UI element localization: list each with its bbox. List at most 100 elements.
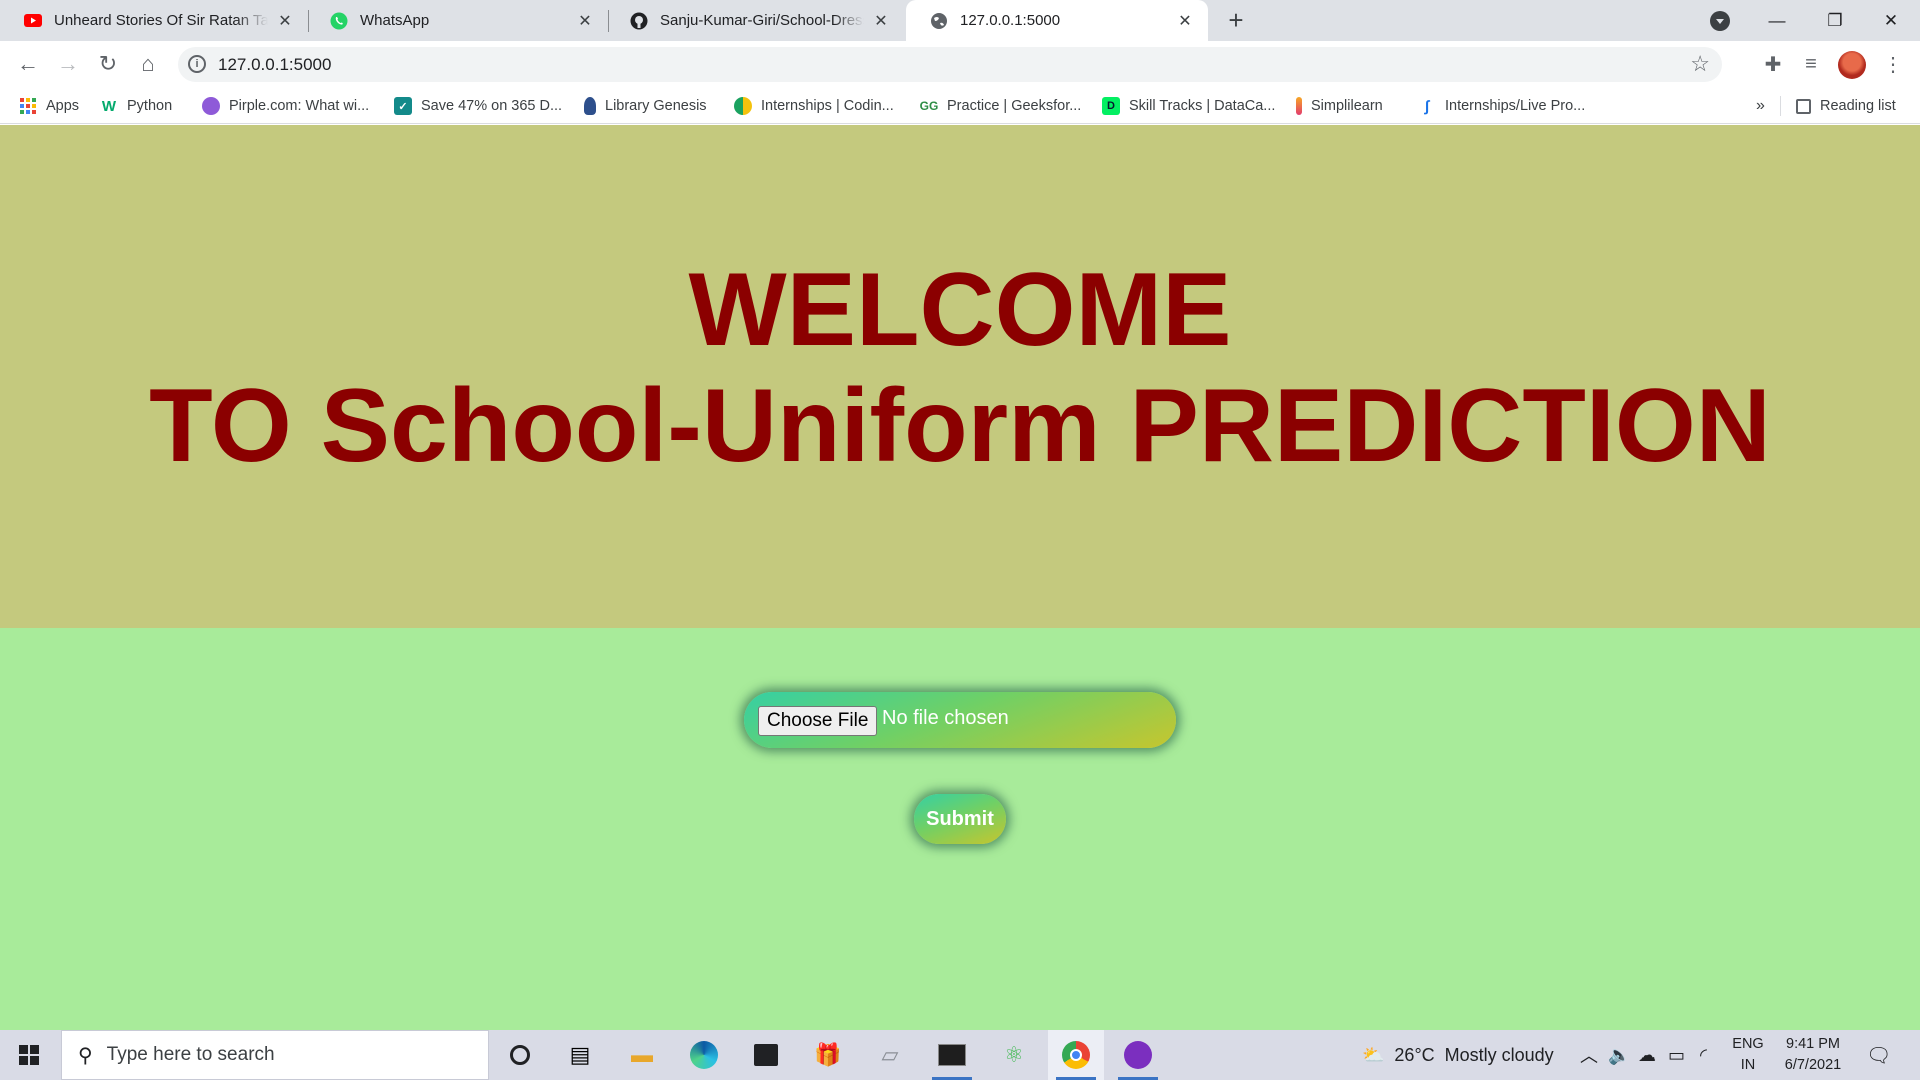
reload-icon[interactable]: ↻ <box>92 48 124 80</box>
simplilearn-icon <box>1296 97 1302 115</box>
file-status-text: No file chosen <box>882 707 1009 729</box>
tab-title: WhatsApp <box>360 12 430 29</box>
reading-list-button[interactable]: Reading list <box>1796 94 1896 118</box>
tab-whatsapp[interactable]: WhatsApp ✕ <box>306 0 608 41</box>
bookmarks-overflow-icon[interactable]: » <box>1756 94 1765 118</box>
checkmark-icon: ✓ <box>394 97 412 115</box>
tab-title: 127.0.0.1:5000 <box>960 12 1061 29</box>
extensions-puzzle-icon[interactable]: ✚ <box>1758 49 1788 79</box>
close-tab-icon[interactable]: ✕ <box>576 12 594 30</box>
terminal-icon[interactable] <box>924 1030 980 1080</box>
system-clock[interactable]: 9:41 PM 6/7/2021 <box>1778 1034 1848 1076</box>
chrome-icon[interactable] <box>1048 1030 1104 1080</box>
site-info-icon[interactable]: i <box>188 55 206 73</box>
bookmark-label: Internships/Live Pro... <box>1445 98 1586 114</box>
task-view-icon[interactable]: ▤ <box>552 1030 608 1080</box>
internships-icon <box>734 97 752 115</box>
close-window-icon[interactable]: ✕ <box>1862 0 1920 41</box>
back-arrow-icon[interactable]: ← <box>12 48 44 80</box>
home-icon[interactable]: ⌂ <box>132 48 164 80</box>
prediction-heading: TO School-Uniform PREDICTION <box>149 368 1771 484</box>
edge-browser-icon[interactable] <box>676 1030 732 1080</box>
close-tab-icon[interactable]: ✕ <box>1176 12 1194 30</box>
taskbar-search[interactable]: ⚲ Type here to search <box>61 1030 489 1080</box>
file-explorer-icon[interactable]: ▬ <box>614 1030 670 1080</box>
bookmark-label: Python <box>127 98 173 114</box>
bookmark-libgen[interactable]: Library Genesis <box>584 94 707 118</box>
clock-date: 6/7/2021 <box>1784 1057 1842 1073</box>
bookmark-geeksforgeeks[interactable]: GG Practice | Geeksfor... <box>919 94 1082 118</box>
menu-kebab-icon[interactable]: ⋮ <box>1878 49 1908 79</box>
browser-toolbar: ← → ↻ ⌂ i 127.0.0.1:5000 ☆ ✚ ≡ ⋮ <box>0 41 1920 88</box>
bookmark-label: Simplilearn <box>1311 98 1383 114</box>
region-code: IN <box>1740 1057 1756 1073</box>
geeksforgeeks-icon: GG <box>919 99 939 113</box>
bookmark-datacamp[interactable]: D Skill Tracks | DataCa... <box>1102 94 1275 118</box>
bookmark-pirple[interactable]: Pirple.com: What wi... <box>202 94 369 118</box>
input-language[interactable]: ENG IN <box>1730 1034 1766 1076</box>
notifications-icon[interactable]: 🗨 <box>1866 1030 1891 1080</box>
volume-icon[interactable]: 🔈 <box>1608 1030 1630 1080</box>
search-icon: ⚲ <box>78 1044 93 1067</box>
globe-icon <box>930 12 948 30</box>
cortana-icon[interactable] <box>492 1030 548 1080</box>
bookmark-internships[interactable]: Internships | Codin... <box>734 94 894 118</box>
weather-widget[interactable]: ⛅ 26°C Mostly cloudy <box>1362 1030 1554 1080</box>
tab-localhost[interactable]: 127.0.0.1:5000 ✕ <box>906 0 1208 41</box>
minimize-icon[interactable]: ― <box>1748 0 1806 41</box>
weather-temp: 26°C <box>1394 1044 1435 1065</box>
bookmark-python[interactable]: W Python <box>100 94 172 118</box>
bookmark-simplilearn[interactable]: Simplilearn <box>1296 94 1383 118</box>
restore-icon[interactable]: ❐ <box>1806 0 1864 41</box>
language-code: ENG <box>1732 1036 1764 1052</box>
close-tab-icon[interactable]: ✕ <box>276 12 294 30</box>
gift-icon[interactable]: 🎁 <box>800 1030 856 1080</box>
tab-title: Sanju-Kumar-Giri/School-Dress-W <box>660 12 864 29</box>
address-url[interactable]: 127.0.0.1:5000 <box>218 55 331 75</box>
network-icon[interactable]: ◜ <box>1700 1030 1707 1080</box>
bookmark-label: Skill Tracks | DataCa... <box>1129 98 1276 114</box>
drive-icon[interactable]: ▱ <box>862 1030 918 1080</box>
bookmark-label: Apps <box>46 98 80 114</box>
onedrive-icon[interactable]: ☁ <box>1638 1030 1656 1080</box>
media-queue-icon[interactable]: ≡ <box>1796 49 1826 79</box>
reading-list-icon <box>1796 98 1811 114</box>
start-button[interactable] <box>0 1030 58 1080</box>
close-tab-icon[interactable]: ✕ <box>872 12 890 30</box>
tab-search-icon[interactable] <box>1710 11 1730 31</box>
apps-grid-icon <box>20 98 36 114</box>
bookmarks-divider <box>1780 96 1781 116</box>
internships-live-icon: ∫ <box>1424 97 1430 115</box>
bookmark-internships-live[interactable]: ∫ Internships/Live Pro... <box>1418 94 1585 118</box>
hero-banner: WELCOME TO School-Uniform PREDICTION <box>0 125 1920 628</box>
tab-github[interactable]: Sanju-Kumar-Giri/School-Dress-W ✕ <box>606 0 904 41</box>
bookmark-label: Library Genesis <box>605 98 707 114</box>
store-bag-icon[interactable] <box>738 1030 794 1080</box>
profile-avatar[interactable] <box>1838 51 1866 79</box>
youtube-icon <box>24 12 42 30</box>
welcome-heading: WELCOME <box>688 252 1232 368</box>
bookmark-star-icon[interactable]: ☆ <box>1690 51 1710 77</box>
bookmark-label: Pirple.com: What wi... <box>229 98 370 114</box>
github-desktop-icon[interactable] <box>1110 1030 1166 1080</box>
choose-file-button[interactable]: Choose File <box>758 706 878 736</box>
bookmark-label: Internships | Codin... <box>761 98 894 114</box>
new-tab-plus-icon[interactable]: + <box>1222 7 1250 35</box>
file-input[interactable]: Choose File No file chosen <box>744 692 1176 748</box>
submit-button[interactable]: Submit <box>914 794 1006 844</box>
atom-icon[interactable]: ⚛ <box>986 1030 1042 1080</box>
windows-taskbar: ⚲ Type here to search ▤ ▬ 🎁 ▱ ⚛ ⛅ 26°C M… <box>0 1030 1920 1080</box>
clock-time: 9:41 PM <box>1786 1036 1840 1052</box>
battery-icon[interactable]: ▭ <box>1668 1030 1685 1080</box>
reading-list-label: Reading list <box>1820 98 1896 114</box>
tab-youtube[interactable]: Unheard Stories Of Sir Ratan Tata ✕ <box>0 0 308 41</box>
bookmark-apps[interactable]: Apps <box>20 94 79 118</box>
w3schools-icon: W <box>101 97 117 115</box>
bookmark-save47[interactable]: ✓ Save 47% on 365 D... <box>394 94 562 118</box>
address-bar[interactable]: i 127.0.0.1:5000 ☆ <box>178 47 1722 82</box>
cloud-sun-icon: ⛅ <box>1362 1044 1385 1065</box>
bookmark-label: Practice | Geeksfor... <box>947 98 1082 114</box>
forward-arrow-icon[interactable]: → <box>52 48 84 80</box>
datacamp-icon: D <box>1102 97 1120 115</box>
show-hidden-icons-chevron-icon[interactable]: ︿ <box>1580 1030 1598 1080</box>
